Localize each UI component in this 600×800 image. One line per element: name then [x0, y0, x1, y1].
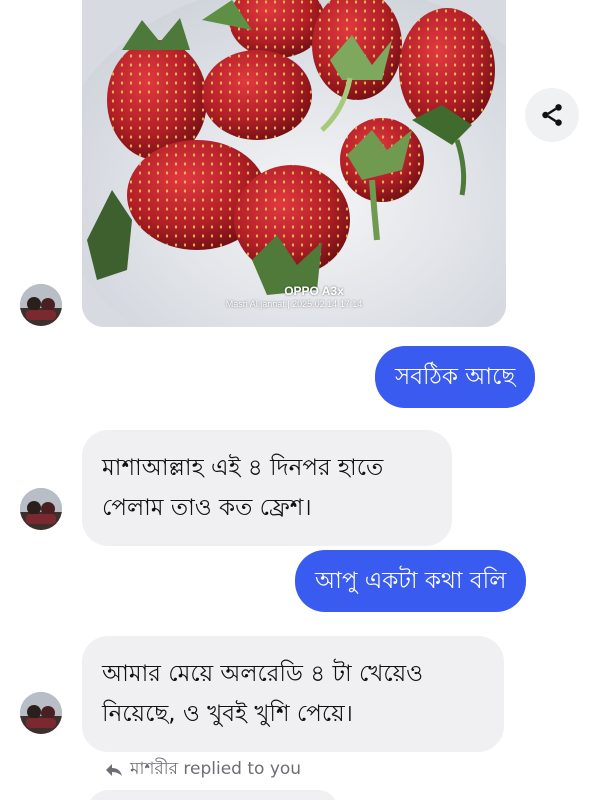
avatar-image	[20, 692, 62, 734]
message-line: আমার মেয়ে অলরেডি ৪ টা খেয়েও	[102, 661, 424, 687]
reply-arrow-icon	[106, 764, 122, 776]
chat-screen: OPPO A3x Masri Al jannat | 2025.02.14 17…	[0, 0, 600, 800]
reply-indicator-text: মাশরীর replied to you	[130, 759, 302, 779]
watermark-brand: OPPO A3x	[284, 283, 344, 298]
avatar[interactable]	[20, 692, 62, 734]
incoming-message-partial[interactable]	[88, 790, 338, 800]
incoming-message[interactable]: আমার মেয়ে অলরেডি ৪ টা খেয়েও নিয়েছে, ও…	[82, 636, 504, 752]
photo-message[interactable]: OPPO A3x Masri Al jannat | 2025.02.14 17…	[82, 0, 506, 327]
outgoing-message[interactable]: সবঠিক আছে	[375, 346, 536, 408]
photo-watermark: OPPO A3x Masri Al jannat | 2025.02.14 17…	[82, 284, 506, 311]
message-text: সবঠিক আছে	[395, 364, 516, 390]
share-button[interactable]	[525, 88, 579, 142]
message-line: নিয়েছে, ও খুবই খুশি পেয়ে।	[102, 701, 353, 727]
avatar-image	[20, 488, 62, 530]
avatar-image	[20, 284, 62, 326]
incoming-message[interactable]: মাশাআল্লাহ এই ৪ দিনপর হাতে পেলাম তাও কত …	[82, 430, 452, 546]
avatar[interactable]	[20, 284, 62, 326]
outgoing-message[interactable]: আপু একটা কথা বলি	[295, 550, 527, 612]
watermark-meta: Masri Al jannat | 2025.02.14 17:14	[225, 299, 363, 310]
message-line: পেলাম তাও কত ফ্রেশ।	[102, 495, 312, 521]
reply-indicator: মাশরীর replied to you	[104, 756, 301, 784]
strawberries-photo	[82, 0, 506, 327]
share-icon	[542, 104, 562, 126]
message-line: মাশাআল্লাহ এই ৪ দিনপর হাতে	[102, 455, 384, 481]
message-text: আপু একটা কথা বলি	[315, 568, 507, 594]
avatar[interactable]	[20, 488, 62, 530]
